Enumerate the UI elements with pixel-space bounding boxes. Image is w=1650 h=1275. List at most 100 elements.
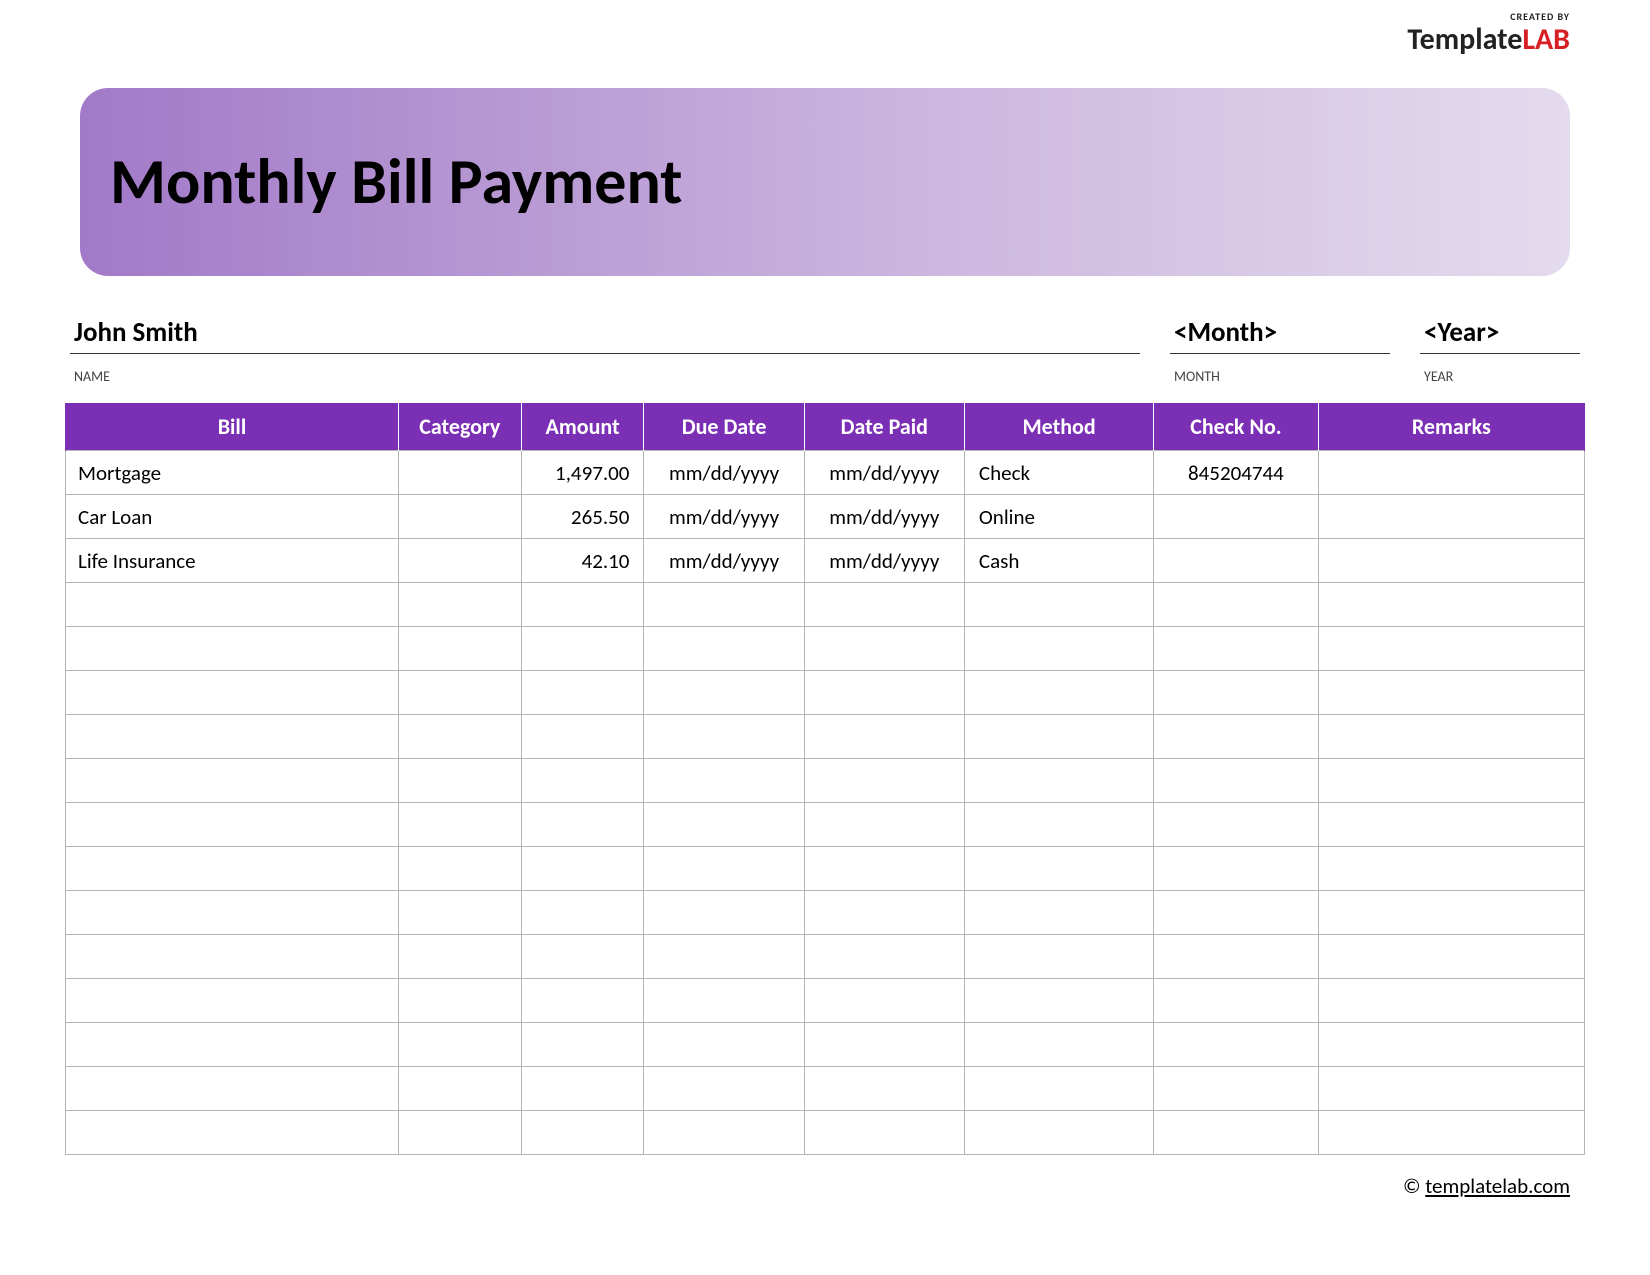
cell-amount[interactable]: 1,497.00: [521, 451, 644, 495]
cell-remarks[interactable]: [1318, 671, 1584, 715]
cell-date-paid[interactable]: [804, 627, 964, 671]
cell-date-paid[interactable]: mm/dd/yyyy: [804, 451, 964, 495]
cell-check-no[interactable]: [1154, 803, 1318, 847]
cell-category[interactable]: [398, 495, 521, 539]
cell-remarks[interactable]: [1318, 715, 1584, 759]
cell-amount[interactable]: [521, 803, 644, 847]
cell-bill[interactable]: [66, 671, 399, 715]
cell-remarks[interactable]: [1318, 627, 1584, 671]
cell-method[interactable]: [964, 847, 1153, 891]
cell-check-no[interactable]: [1154, 715, 1318, 759]
cell-category[interactable]: [398, 451, 521, 495]
cell-category[interactable]: [398, 627, 521, 671]
cell-bill[interactable]: Mortgage: [66, 451, 399, 495]
cell-due-date[interactable]: [644, 671, 804, 715]
cell-due-date[interactable]: [644, 847, 804, 891]
cell-remarks[interactable]: [1318, 1111, 1584, 1155]
cell-check-no[interactable]: 845204744: [1154, 451, 1318, 495]
year-field[interactable]: <Year>: [1420, 316, 1580, 354]
cell-method[interactable]: Cash: [964, 539, 1153, 583]
cell-method[interactable]: [964, 627, 1153, 671]
cell-amount[interactable]: [521, 627, 644, 671]
cell-amount[interactable]: [521, 1023, 644, 1067]
cell-category[interactable]: [398, 1111, 521, 1155]
cell-bill[interactable]: [66, 1111, 399, 1155]
cell-check-no[interactable]: [1154, 1067, 1318, 1111]
cell-amount[interactable]: [521, 1111, 644, 1155]
cell-date-paid[interactable]: [804, 935, 964, 979]
cell-amount[interactable]: [521, 759, 644, 803]
cell-due-date[interactable]: [644, 583, 804, 627]
cell-remarks[interactable]: [1318, 1067, 1584, 1111]
cell-date-paid[interactable]: mm/dd/yyyy: [804, 539, 964, 583]
cell-date-paid[interactable]: [804, 847, 964, 891]
cell-remarks[interactable]: [1318, 759, 1584, 803]
cell-date-paid[interactable]: [804, 891, 964, 935]
cell-check-no[interactable]: [1154, 979, 1318, 1023]
cell-due-date[interactable]: [644, 935, 804, 979]
cell-bill[interactable]: [66, 1067, 399, 1111]
cell-due-date[interactable]: [644, 891, 804, 935]
cell-due-date[interactable]: [644, 1111, 804, 1155]
cell-date-paid[interactable]: [804, 583, 964, 627]
cell-date-paid[interactable]: [804, 1111, 964, 1155]
cell-method[interactable]: [964, 1111, 1153, 1155]
cell-date-paid[interactable]: [804, 759, 964, 803]
cell-due-date[interactable]: [644, 759, 804, 803]
cell-due-date[interactable]: mm/dd/yyyy: [644, 451, 804, 495]
cell-method[interactable]: [964, 1023, 1153, 1067]
cell-due-date[interactable]: mm/dd/yyyy: [644, 495, 804, 539]
cell-method[interactable]: [964, 803, 1153, 847]
cell-remarks[interactable]: [1318, 935, 1584, 979]
cell-due-date[interactable]: [644, 715, 804, 759]
name-field[interactable]: John Smith: [70, 316, 1140, 354]
cell-amount[interactable]: [521, 715, 644, 759]
cell-date-paid[interactable]: [804, 803, 964, 847]
month-field[interactable]: <Month>: [1170, 316, 1390, 354]
cell-amount[interactable]: [521, 891, 644, 935]
cell-due-date[interactable]: [644, 1023, 804, 1067]
cell-date-paid[interactable]: mm/dd/yyyy: [804, 495, 964, 539]
cell-remarks[interactable]: [1318, 847, 1584, 891]
cell-method[interactable]: [964, 583, 1153, 627]
cell-amount[interactable]: [521, 583, 644, 627]
cell-due-date[interactable]: [644, 979, 804, 1023]
cell-category[interactable]: [398, 979, 521, 1023]
cell-method[interactable]: Online: [964, 495, 1153, 539]
cell-category[interactable]: [398, 583, 521, 627]
cell-check-no[interactable]: [1154, 1023, 1318, 1067]
cell-category[interactable]: [398, 803, 521, 847]
cell-date-paid[interactable]: [804, 671, 964, 715]
cell-due-date[interactable]: [644, 1067, 804, 1111]
cell-check-no[interactable]: [1154, 935, 1318, 979]
cell-bill[interactable]: [66, 759, 399, 803]
cell-check-no[interactable]: [1154, 583, 1318, 627]
cell-amount[interactable]: [521, 847, 644, 891]
cell-bill[interactable]: Life Insurance: [66, 539, 399, 583]
cell-check-no[interactable]: [1154, 495, 1318, 539]
cell-amount[interactable]: 42.10: [521, 539, 644, 583]
cell-amount[interactable]: [521, 671, 644, 715]
cell-category[interactable]: [398, 935, 521, 979]
cell-amount[interactable]: [521, 1067, 644, 1111]
cell-amount[interactable]: 265.50: [521, 495, 644, 539]
cell-bill[interactable]: Car Loan: [66, 495, 399, 539]
cell-bill[interactable]: [66, 847, 399, 891]
cell-remarks[interactable]: [1318, 583, 1584, 627]
cell-bill[interactable]: [66, 1023, 399, 1067]
cell-method[interactable]: [964, 759, 1153, 803]
cell-remarks[interactable]: [1318, 803, 1584, 847]
cell-method[interactable]: [964, 671, 1153, 715]
cell-date-paid[interactable]: [804, 715, 964, 759]
cell-check-no[interactable]: [1154, 1111, 1318, 1155]
cell-remarks[interactable]: [1318, 539, 1584, 583]
cell-method[interactable]: [964, 935, 1153, 979]
cell-bill[interactable]: [66, 935, 399, 979]
cell-remarks[interactable]: [1318, 979, 1584, 1023]
cell-date-paid[interactable]: [804, 1023, 964, 1067]
cell-method[interactable]: [964, 979, 1153, 1023]
cell-check-no[interactable]: [1154, 671, 1318, 715]
cell-due-date[interactable]: [644, 627, 804, 671]
cell-category[interactable]: [398, 715, 521, 759]
cell-due-date[interactable]: mm/dd/yyyy: [644, 539, 804, 583]
